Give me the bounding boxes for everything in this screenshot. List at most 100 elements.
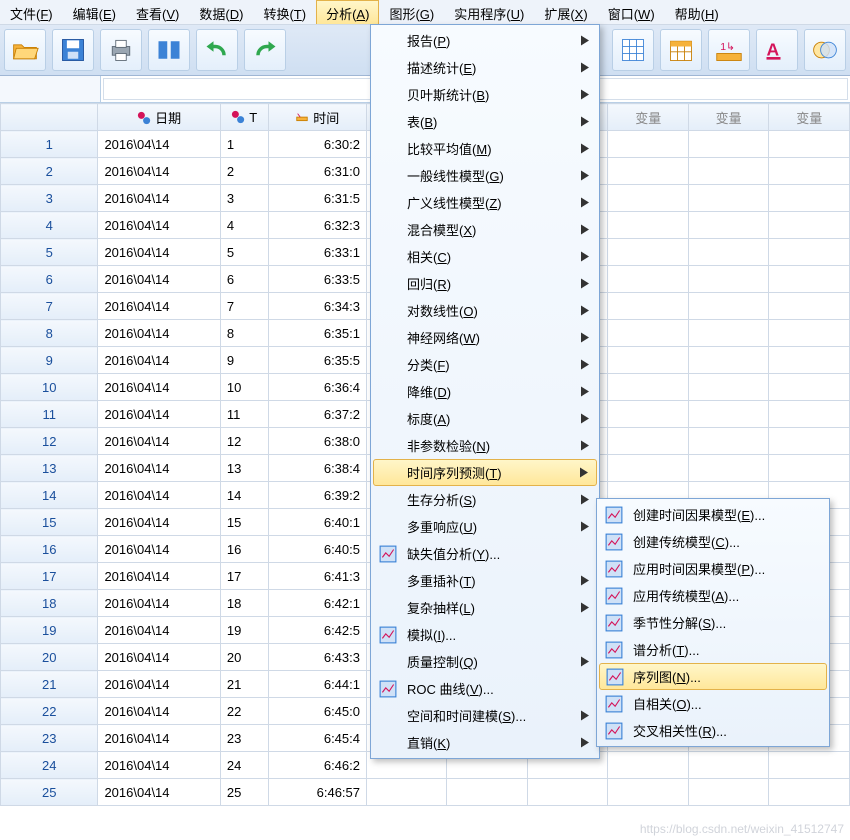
menu-t[interactable]: 转换(T) [253,0,316,24]
cell-empty[interactable] [769,212,850,239]
cell-empty[interactable] [608,266,688,293]
analyze-item-10[interactable]: 对数线性(O) [373,297,597,324]
cell-date[interactable]: 2016\04\14 [98,428,220,455]
cell-empty[interactable] [688,185,768,212]
cell-empty[interactable] [608,131,688,158]
analyze-item-23[interactable]: 质量控制(Q) [373,648,597,675]
cell-time[interactable]: 6:35:1 [268,320,366,347]
cell-date[interactable]: 2016\04\14 [98,644,220,671]
cell-t[interactable]: 5 [220,239,268,266]
cell-empty[interactable] [688,239,768,266]
row-number[interactable]: 10 [1,374,98,401]
row-number[interactable]: 5 [1,239,98,266]
col-header-date[interactable]: 日期 [98,104,220,131]
cell-empty[interactable] [769,131,850,158]
analyze-item-3[interactable]: 表(B) [373,108,597,135]
analyze-item-0[interactable]: 报告(P) [373,27,597,54]
analyze-item-12[interactable]: 分类(F) [373,351,597,378]
cell-empty[interactable] [608,455,688,482]
cell-time[interactable]: 6:44:1 [268,671,366,698]
cell-empty[interactable] [688,212,768,239]
cell-empty[interactable] [608,347,688,374]
cell-time[interactable]: 6:46:2 [268,752,366,779]
analyze-item-16[interactable]: 时间序列预测(T) [373,459,597,486]
analyze-item-14[interactable]: 标度(A) [373,405,597,432]
analyze-item-5[interactable]: 一般线性模型(G) [373,162,597,189]
col-header-var[interactable]: 变量 [769,104,850,131]
cell-empty[interactable] [769,239,850,266]
timeseries-item-1[interactable]: 创建传统模型(C)... [599,528,827,555]
cell-t[interactable]: 18 [220,590,268,617]
row-number[interactable]: 3 [1,185,98,212]
cell-date[interactable]: 2016\04\14 [98,212,220,239]
cell-empty[interactable] [447,779,527,806]
grid1-button[interactable] [612,29,654,71]
cell-empty[interactable] [688,428,768,455]
cell-empty[interactable] [688,158,768,185]
row-number[interactable]: 9 [1,347,98,374]
cell-time[interactable]: 6:38:0 [268,428,366,455]
menu-a[interactable]: 分析(A) [316,0,379,24]
timeseries-item-6[interactable]: 序列图(N)... [599,663,827,690]
cell-t[interactable]: 21 [220,671,268,698]
format-button[interactable]: A [756,29,798,71]
cell-t[interactable]: 2 [220,158,268,185]
cell-empty[interactable] [688,320,768,347]
cell-date[interactable]: 2016\04\14 [98,536,220,563]
menu-e[interactable]: 编辑(E) [63,0,126,24]
timeseries-item-4[interactable]: 季节性分解(S)... [599,609,827,636]
cell-empty[interactable] [688,752,768,779]
cell-date[interactable]: 2016\04\14 [98,293,220,320]
timeseries-item-0[interactable]: 创建时间因果模型(E)... [599,501,827,528]
analyze-item-17[interactable]: 生存分析(S) [373,486,597,513]
analyze-item-1[interactable]: 描述统计(E) [373,54,597,81]
cell-empty[interactable] [769,347,850,374]
cell-empty[interactable] [769,401,850,428]
row-number[interactable]: 11 [1,401,98,428]
menu-g[interactable]: 图形(G) [379,0,444,24]
row-number[interactable]: 2 [1,158,98,185]
cell-time[interactable]: 6:31:5 [268,185,366,212]
analyze-item-21[interactable]: 复杂抽样(L) [373,594,597,621]
row-number[interactable]: 23 [1,725,98,752]
cell-time[interactable]: 6:42:1 [268,590,366,617]
row-number[interactable]: 1 [1,131,98,158]
cell-date[interactable]: 2016\04\14 [98,725,220,752]
cell-date[interactable]: 2016\04\14 [98,563,220,590]
redo-button[interactable] [244,29,286,71]
cell-t[interactable]: 13 [220,455,268,482]
save-button[interactable] [52,29,94,71]
cell-date[interactable]: 2016\04\14 [98,347,220,374]
cell-date[interactable]: 2016\04\14 [98,185,220,212]
cell-empty[interactable] [769,428,850,455]
cell-empty[interactable] [608,239,688,266]
cell-reference-box[interactable] [0,76,101,102]
row-number[interactable]: 22 [1,698,98,725]
cell-date[interactable]: 2016\04\14 [98,374,220,401]
cell-empty[interactable] [688,455,768,482]
timeseries-item-8[interactable]: 交叉相关性(R)... [599,717,827,744]
cell-t[interactable]: 12 [220,428,268,455]
timeseries-item-7[interactable]: 自相关(O)... [599,690,827,717]
cell-time[interactable]: 6:40:1 [268,509,366,536]
cell-empty[interactable] [769,320,850,347]
cell-date[interactable]: 2016\04\14 [98,131,220,158]
cell-date[interactable]: 2016\04\14 [98,590,220,617]
row-number[interactable]: 19 [1,617,98,644]
cell-time[interactable]: 6:45:4 [268,725,366,752]
cell-t[interactable]: 16 [220,536,268,563]
cell-date[interactable]: 2016\04\14 [98,482,220,509]
cell-empty[interactable] [688,779,768,806]
cell-empty[interactable] [769,779,850,806]
grid2-button[interactable] [660,29,702,71]
menu-w[interactable]: 窗口(W) [598,0,665,24]
cell-time[interactable]: 6:36:4 [268,374,366,401]
cell-empty[interactable] [769,185,850,212]
analyze-item-15[interactable]: 非参数检验(N) [373,432,597,459]
row-number[interactable]: 17 [1,563,98,590]
row-number[interactable]: 18 [1,590,98,617]
cell-empty[interactable] [608,293,688,320]
row-number[interactable]: 20 [1,644,98,671]
cell-date[interactable]: 2016\04\14 [98,455,220,482]
cell-empty[interactable] [608,185,688,212]
